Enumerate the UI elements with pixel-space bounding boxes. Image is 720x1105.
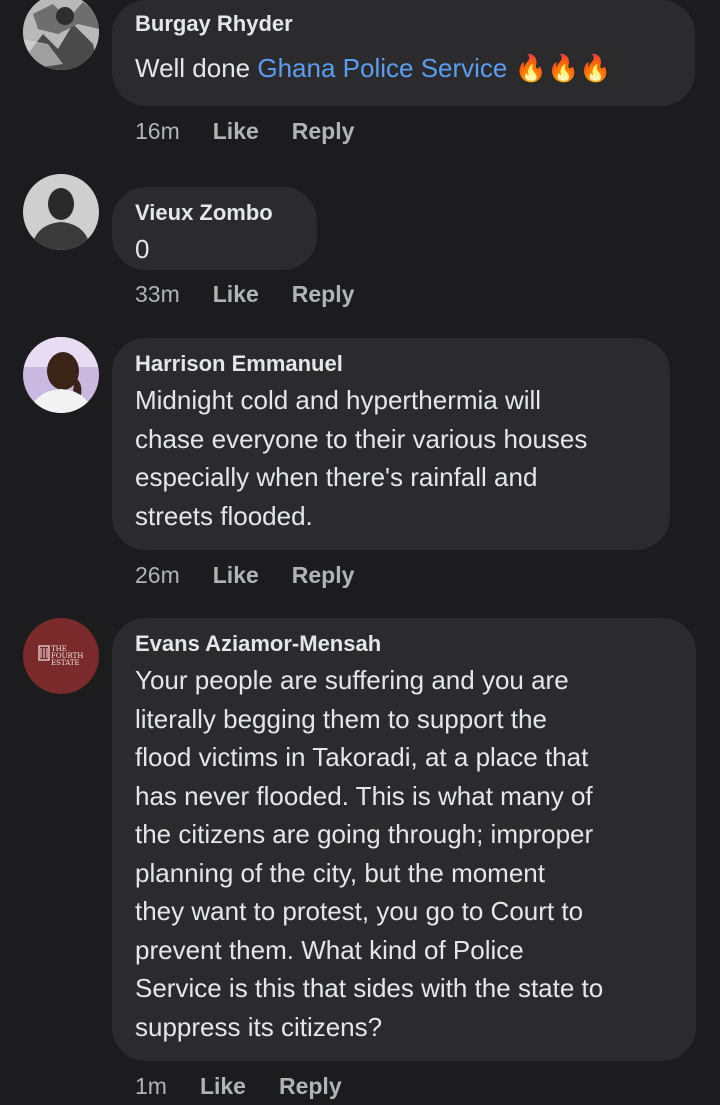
comment-text-line: Your people are suffering and you are <box>135 665 569 695</box>
comment-text: Well done Ghana Police Service 🔥🔥🔥 <box>135 49 672 88</box>
comment-text-line: they want to protest, you go to Court to <box>135 896 584 926</box>
fourth-estate-logo-icon: THE FOURTH ESTATE <box>23 618 99 694</box>
comment-text-line: planning of the city, but the moment <box>135 857 545 888</box>
comment-author[interactable]: Vieux Zombo <box>135 199 294 227</box>
comment-text: 0 <box>135 234 150 264</box>
like-button[interactable]: Like <box>213 281 259 308</box>
like-button[interactable]: Like <box>200 1073 246 1100</box>
comment-text: Midnight cold and hyperthermia will chas… <box>135 381 647 535</box>
svg-text:ESTATE: ESTATE <box>51 659 80 667</box>
reply-button[interactable]: Reply <box>292 281 355 308</box>
comment-text-line: suppress its citizens? <box>135 1011 383 1042</box>
comment-bubble: Vieux Zombo 0 <box>112 187 317 270</box>
comment-actions: 26m Like Reply <box>135 560 354 590</box>
avatar-photo-icon <box>23 0 99 70</box>
mention-link[interactable]: Ghana Police Service <box>257 53 507 83</box>
avatar-photo-icon <box>23 174 99 250</box>
comment-actions: 33m Like Reply <box>135 279 354 309</box>
avatar[interactable] <box>23 337 99 413</box>
reply-button[interactable]: Reply <box>292 118 355 145</box>
comment-bubble: Burgay Rhyder Well done Ghana Police Ser… <box>112 0 695 106</box>
comment-text-line: has never flooded. This is what many of <box>135 780 593 811</box>
avatar-photo-icon <box>23 337 99 413</box>
comment-bubble: Evans Aziamor-Mensah Your people are suf… <box>112 618 696 1061</box>
comment-text-line: Midnight cold and hyperthermia will <box>135 385 542 415</box>
like-button[interactable]: Like <box>213 562 259 589</box>
comment-time[interactable]: 26m <box>135 562 180 589</box>
fire-emoji: 🔥🔥🔥 <box>514 53 612 83</box>
comment-text-line: streets flooded. <box>135 500 313 531</box>
comment-text-line: flood victims in Takoradi, at a place th… <box>135 742 589 772</box>
reply-button[interactable]: Reply <box>279 1073 342 1100</box>
comment-author[interactable]: Burgay Rhyder <box>135 10 672 38</box>
comment-text-line: the citizens are going through; improper <box>135 819 594 849</box>
comment-author[interactable]: Evans Aziamor-Mensah <box>135 630 673 658</box>
comment-text: Your people are suffering and you are li… <box>135 661 673 1046</box>
comment-bubble: Harrison Emmanuel Midnight cold and hype… <box>112 338 670 550</box>
avatar[interactable] <box>23 0 99 70</box>
comment-text-line: chase everyone to their various houses <box>135 423 588 454</box>
avatar[interactable]: THE FOURTH ESTATE <box>23 618 99 694</box>
comment-text-line: Service is this that sides with the stat… <box>135 973 604 1003</box>
comment-time[interactable]: 16m <box>135 118 180 145</box>
comment-text-line: literally begging them to support the <box>135 703 547 734</box>
comment-author[interactable]: Harrison Emmanuel <box>135 350 647 378</box>
comment-text-prefix: Well done <box>135 53 258 83</box>
comment-actions: 16m Like Reply <box>135 116 354 146</box>
comment-actions: 1m Like Reply <box>135 1071 342 1101</box>
like-button[interactable]: Like <box>213 118 259 145</box>
avatar[interactable] <box>23 174 99 250</box>
reply-button[interactable]: Reply <box>292 562 355 589</box>
comment-time[interactable]: 1m <box>135 1073 167 1100</box>
comment-text-line: prevent them. What kind of Police <box>135 934 524 965</box>
comment-time[interactable]: 33m <box>135 281 180 308</box>
comment-text-line: especially when there's rainfall and <box>135 462 538 492</box>
